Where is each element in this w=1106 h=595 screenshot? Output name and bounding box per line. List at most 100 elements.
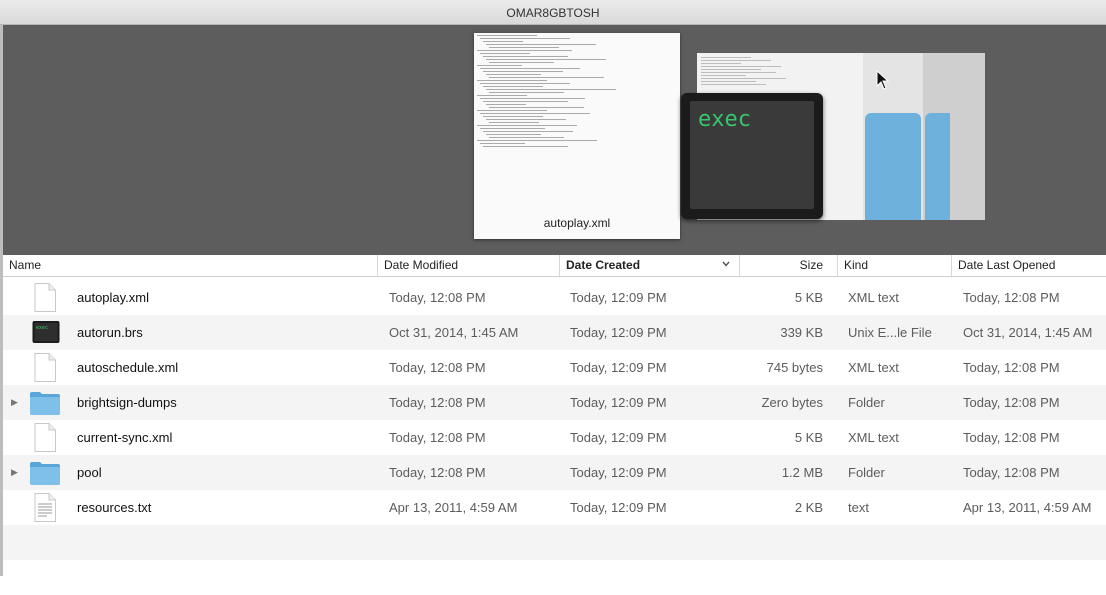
file-date-last-opened: Apr 13, 2011, 4:59 AM xyxy=(963,500,1092,515)
preview-line xyxy=(480,128,545,129)
column-header-date-last-opened[interactable]: Date Last Opened xyxy=(951,255,1106,276)
file-size: 2 KB xyxy=(794,500,823,515)
file-row[interactable]: autoschedule.xml Today, 12:08 PM Today, 12… xyxy=(3,350,1106,385)
file-date-last-opened: Today, 12:08 PM xyxy=(963,430,1060,445)
file-name: brightsign-dumps xyxy=(77,395,177,410)
preview-line xyxy=(477,65,522,66)
preview-line xyxy=(483,116,543,117)
preview-line xyxy=(477,95,527,96)
preview-line xyxy=(701,78,786,79)
column-header-kind[interactable]: Kind xyxy=(837,255,951,276)
column-header-date-modified[interactable]: Date Modified xyxy=(377,255,559,276)
chevron-down-icon xyxy=(722,261,730,267)
file-name: autoplay.xml xyxy=(77,290,150,305)
preview-line xyxy=(480,53,530,54)
cover-flow-preview[interactable]: autoplay.xml exec xyxy=(3,25,1106,255)
window-titlebar[interactable]: OMAR8GBTOSH xyxy=(0,0,1106,25)
file-name: pool xyxy=(77,465,102,480)
preview-line xyxy=(701,60,771,61)
file-row[interactable]: current-sync.xml Today, 12:08 PM Today, 12… xyxy=(3,420,1106,455)
folder-preview-icon xyxy=(865,113,921,220)
file-date-modified: Today, 12:08 PM xyxy=(389,360,486,375)
preview-line xyxy=(483,86,543,87)
empty-row xyxy=(3,525,1106,560)
preview-line xyxy=(701,84,766,85)
file-size: 1.2 MB xyxy=(781,465,823,480)
preview-line xyxy=(489,92,564,93)
file-kind: XML text xyxy=(848,430,899,445)
preview-line xyxy=(489,122,539,123)
preview-line xyxy=(486,134,541,135)
preview-line xyxy=(486,44,596,45)
file-date-last-opened: Oct 31, 2014, 1:45 AM xyxy=(963,325,1093,340)
file-kind: XML text xyxy=(848,360,899,375)
file-date-created: Today, 12:09 PM xyxy=(570,395,667,410)
document-icon xyxy=(32,283,58,312)
selected-file-preview[interactable]: autoplay.xml xyxy=(474,33,680,239)
column-header-date-created[interactable]: Date Created xyxy=(559,255,739,276)
file-date-last-opened: Today, 12:08 PM xyxy=(963,395,1060,410)
file-date-created: Today, 12:09 PM xyxy=(570,500,667,515)
preview-line xyxy=(701,81,756,82)
file-row[interactable]: autoplay.xml Today, 12:08 PM Today, 12:09 … xyxy=(3,280,1106,315)
preview-line xyxy=(480,68,580,69)
file-name: autorun.brs xyxy=(77,325,143,340)
terminal-exec-icon: exec xyxy=(32,318,60,347)
file-date-created: Today, 12:09 PM xyxy=(570,465,667,480)
document-icon xyxy=(32,423,58,452)
folder-icon xyxy=(29,388,60,417)
file-kind: Unix E...le File xyxy=(848,325,932,340)
file-size: 745 bytes xyxy=(766,360,823,375)
document-icon xyxy=(32,353,58,382)
file-row[interactable]: ▶ pool Today, 12:08 PM Today, 12:09 PM 1.2 M… xyxy=(3,455,1106,490)
file-row[interactable]: resources.txt Apr 13, 2011, 4:59 AM Today,… xyxy=(3,490,1106,525)
preview-line xyxy=(480,143,525,144)
next-preview-lines xyxy=(701,57,791,87)
file-size: 5 KB xyxy=(794,290,823,305)
exec-file-preview[interactable]: exec xyxy=(681,93,823,219)
file-size: 5 KB xyxy=(794,430,823,445)
column-header-name[interactable]: Name xyxy=(3,255,377,276)
file-date-modified: Today, 12:08 PM xyxy=(389,465,486,480)
text-document-icon xyxy=(32,493,58,522)
file-name: current-sync.xml xyxy=(77,430,173,445)
file-date-modified: Today, 12:08 PM xyxy=(389,430,486,445)
file-row[interactable]: ▶ brightsign-dumps Today, 12:08 PM Today, 1… xyxy=(3,385,1106,420)
preview-line xyxy=(701,66,781,67)
terminal-screen: exec xyxy=(690,101,814,209)
file-date-created: Today, 12:09 PM xyxy=(570,430,667,445)
preview-line xyxy=(477,110,547,111)
preview-line xyxy=(483,41,523,42)
file-name: resources.txt xyxy=(77,500,152,515)
file-list: autoplay.xml Today, 12:08 PM Today, 12:09 … xyxy=(3,280,1106,595)
selected-file-caption: autoplay.xml xyxy=(543,216,611,230)
column-header-size[interactable]: Size xyxy=(739,255,837,276)
preview-line xyxy=(486,59,606,60)
column-header-date-created-label: Date Created xyxy=(566,258,641,272)
svg-text:exec: exec xyxy=(36,325,48,331)
folder-preview-icon xyxy=(925,113,950,220)
disclosure-triangle-icon[interactable]: ▶ xyxy=(11,455,18,490)
file-kind: text xyxy=(848,500,869,515)
file-kind: XML text xyxy=(848,290,899,305)
folder-icon xyxy=(29,458,60,487)
preview-line xyxy=(701,72,776,73)
preview-line xyxy=(489,107,584,108)
preview-line xyxy=(480,113,590,114)
disclosure-triangle-icon[interactable]: ▶ xyxy=(11,385,18,420)
preview-line xyxy=(477,35,537,36)
preview-line xyxy=(701,69,761,70)
file-row[interactable]: exec autorun.brs Oct 31, 2014, 1:45 AM Toda… xyxy=(3,315,1106,350)
preview-line xyxy=(483,146,568,147)
preview-line xyxy=(480,98,585,99)
preview-line xyxy=(489,62,554,63)
preview-line xyxy=(477,140,597,141)
window-title: OMAR8GBTOSH xyxy=(506,6,600,20)
empty-row xyxy=(3,560,1106,595)
preview-line xyxy=(701,75,746,76)
preview-line xyxy=(483,56,568,57)
column-header-row: Name Date Modified Date Created Size Kin… xyxy=(3,255,1106,277)
file-date-created: Today, 12:09 PM xyxy=(570,325,667,340)
preview-line xyxy=(483,101,568,102)
preview-line xyxy=(486,119,566,120)
